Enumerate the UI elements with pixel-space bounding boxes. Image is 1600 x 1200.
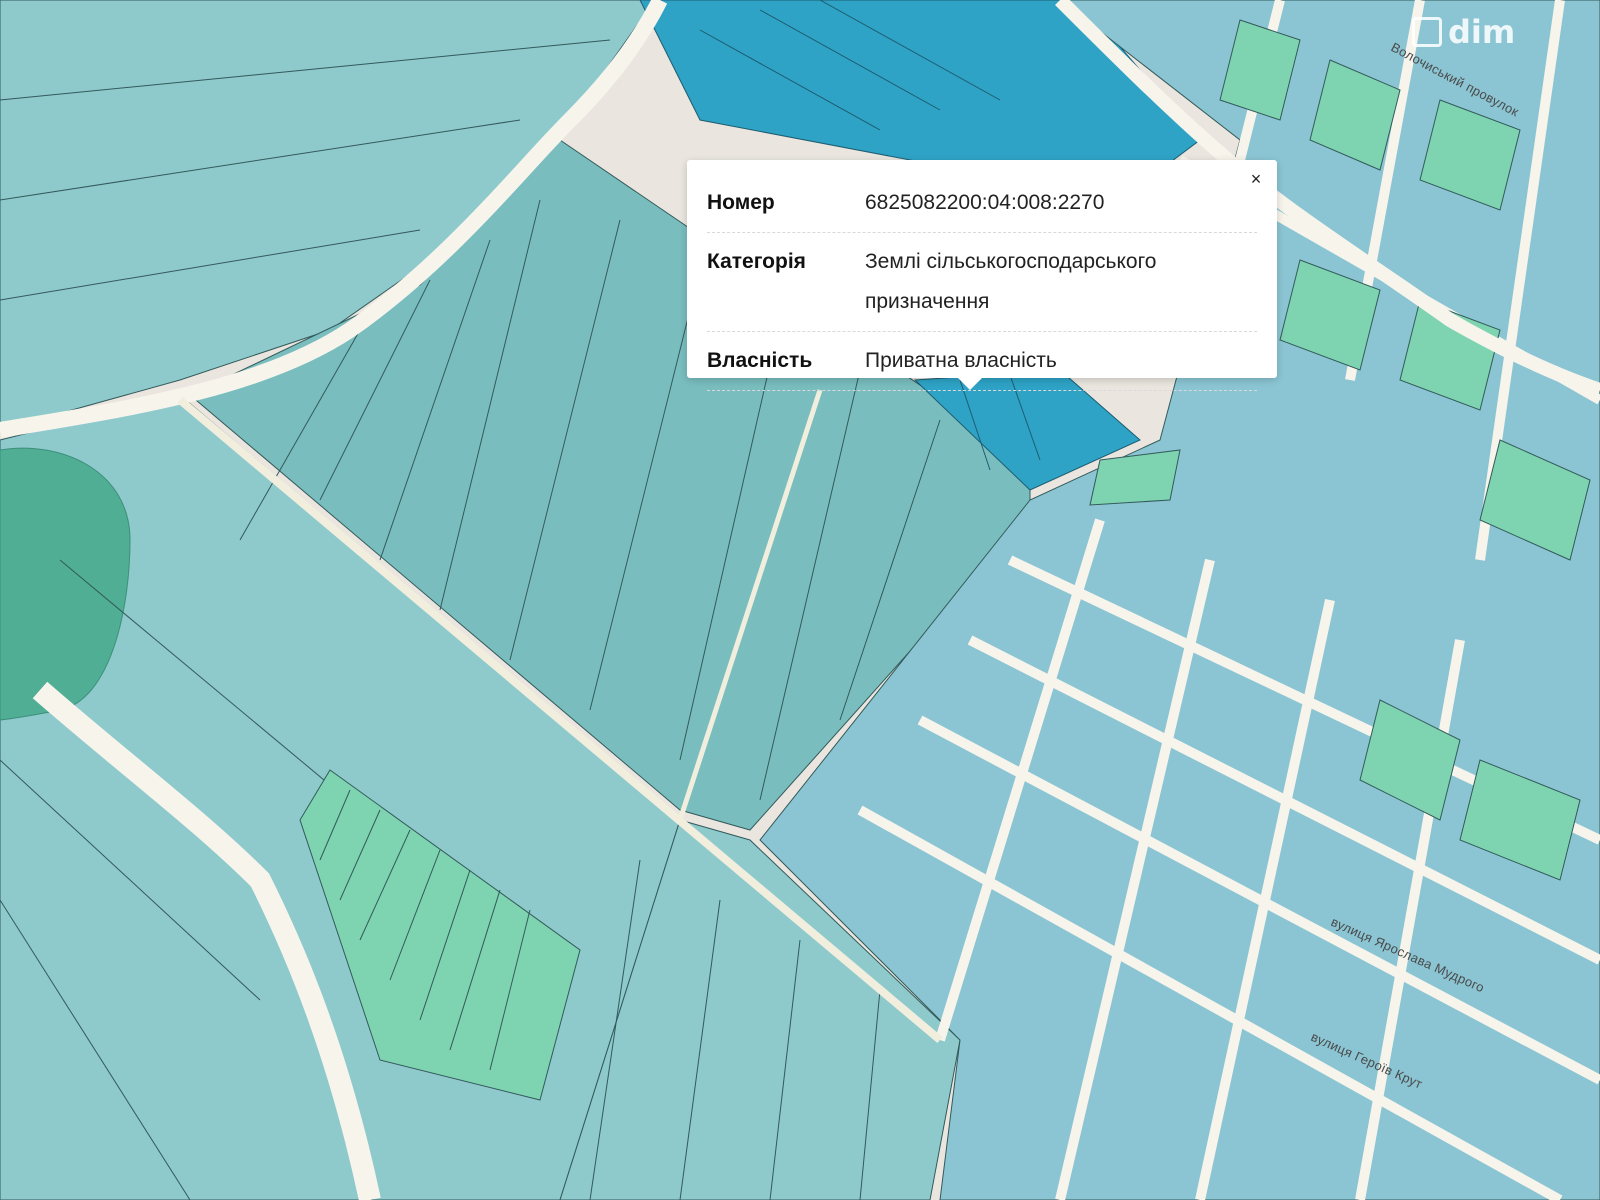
popup-key: Номер (707, 191, 775, 214)
popup-value: Землі сільськогосподарського призначення (865, 250, 1157, 313)
popup-pointer (957, 377, 983, 390)
popup-row-number: Номер 6825082200:04:008:2270 (707, 174, 1257, 233)
watermark: dim (1412, 10, 1552, 54)
watermark-text: dim (1448, 13, 1516, 51)
popup-row-category: Категорія Землі сільськогосподарського п… (707, 233, 1257, 332)
parcel-info-popup: × Номер 6825082200:04:008:2270 Категорія… (687, 160, 1277, 391)
popup-key: Категорія (707, 250, 806, 273)
popup-value: Приватна власність (865, 349, 1057, 372)
popup-value: 6825082200:04:008:2270 (865, 191, 1105, 214)
home-icon (1412, 17, 1442, 47)
close-icon[interactable]: × (1247, 170, 1265, 188)
popup-key: Власність (707, 349, 813, 372)
